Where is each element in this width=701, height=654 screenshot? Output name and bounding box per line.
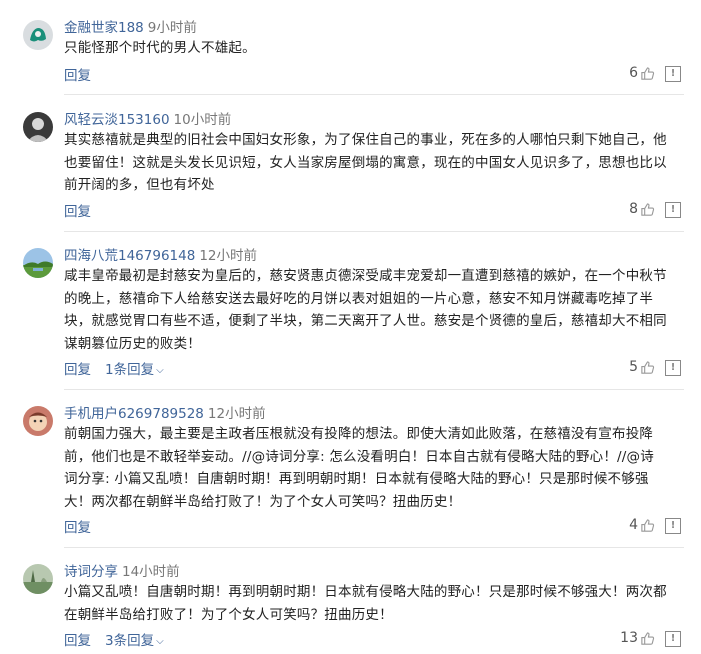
chevron-down-icon: ⌵: [156, 365, 164, 376]
thumbs-up-icon: [641, 631, 655, 645]
reply-button[interactable]: 回复: [64, 633, 91, 649]
comment-text: 只能怪那个时代的男人不雄起。: [64, 40, 256, 56]
like-button[interactable]: 8: [629, 201, 655, 217]
view-replies-button[interactable]: 3条回复 ⌵: [105, 633, 164, 649]
thumbs-up-icon: [641, 518, 655, 532]
report-button[interactable]: !: [665, 360, 681, 376]
timestamp: 14小时前: [122, 564, 180, 580]
divider: [64, 389, 684, 390]
like-button[interactable]: 5: [629, 359, 655, 375]
reply-button[interactable]: 回复: [64, 520, 91, 536]
divider: [64, 231, 684, 232]
report-button[interactable]: !: [665, 66, 681, 82]
comment-text: 咸丰皇帝最初是封慈安为皇后的，慈安贤惠贞德深受咸丰宠爱却一直遭到慈禧的嫉妒，在一…: [64, 268, 667, 352]
like-count: 13: [620, 630, 638, 646]
replies-count-label: 1条回复: [105, 362, 155, 378]
like-count: 8: [629, 201, 638, 217]
report-button[interactable]: !: [665, 518, 681, 534]
username[interactable]: 金融世家188: [64, 20, 144, 36]
view-replies-button[interactable]: 1条回复 ⌵: [105, 362, 164, 378]
avatar[interactable]: [23, 564, 53, 594]
reply-button[interactable]: 回复: [64, 204, 91, 220]
timestamp: 12小时前: [207, 406, 266, 422]
like-count: 4: [629, 517, 638, 533]
thumbs-up-icon: [641, 66, 655, 80]
chevron-down-icon: ⌵: [156, 636, 164, 647]
comment-text: 其实慈禧就是典型的旧社会中国妇女形象，为了保住自己的事业，死在多的人哪怕只剩下她…: [64, 132, 667, 194]
avatar[interactable]: [23, 112, 53, 142]
username[interactable]: 风轻云淡153160: [64, 112, 170, 128]
avatar[interactable]: [23, 20, 53, 50]
comment-text: 前朝国力强大，最主要是主政者压根就没有投降的想法。即使大清如此败落，在慈禧没有宣…: [64, 426, 654, 510]
timestamp: 12小时前: [199, 248, 257, 264]
report-button[interactable]: !: [665, 631, 681, 647]
reply-button[interactable]: 回复: [64, 68, 91, 84]
divider: [64, 547, 684, 548]
username[interactable]: 诗词分享: [64, 564, 118, 580]
divider: [64, 94, 684, 95]
like-button[interactable]: 6: [629, 65, 655, 81]
timestamp: 10小时前: [173, 112, 232, 128]
avatar[interactable]: [23, 406, 53, 436]
report-button[interactable]: !: [665, 202, 681, 218]
thumbs-up-icon: [641, 360, 655, 374]
thumbs-up-icon: [641, 202, 655, 216]
username[interactable]: 四海八荒146796148: [64, 248, 195, 264]
comment-text: 小篇又乱喷！自唐朝时期！再到明朝时期！日本就有侵略大陆的野心！只是那时候不够强大…: [64, 584, 667, 623]
timestamp: 9小时前: [147, 20, 197, 36]
like-count: 6: [629, 65, 638, 81]
username[interactable]: 手机用户6269789528: [64, 406, 204, 422]
like-count: 5: [629, 359, 638, 375]
avatar[interactable]: [23, 248, 53, 278]
like-button[interactable]: 4: [629, 517, 655, 533]
reply-button[interactable]: 回复: [64, 362, 91, 378]
comment-list: 金融世家188 9小时前 只能怪那个时代的男人不雄起。 回复 6 ! 风轻云淡15…: [0, 0, 701, 654]
replies-count-label: 3条回复: [105, 633, 155, 649]
like-button[interactable]: 13: [620, 630, 655, 646]
